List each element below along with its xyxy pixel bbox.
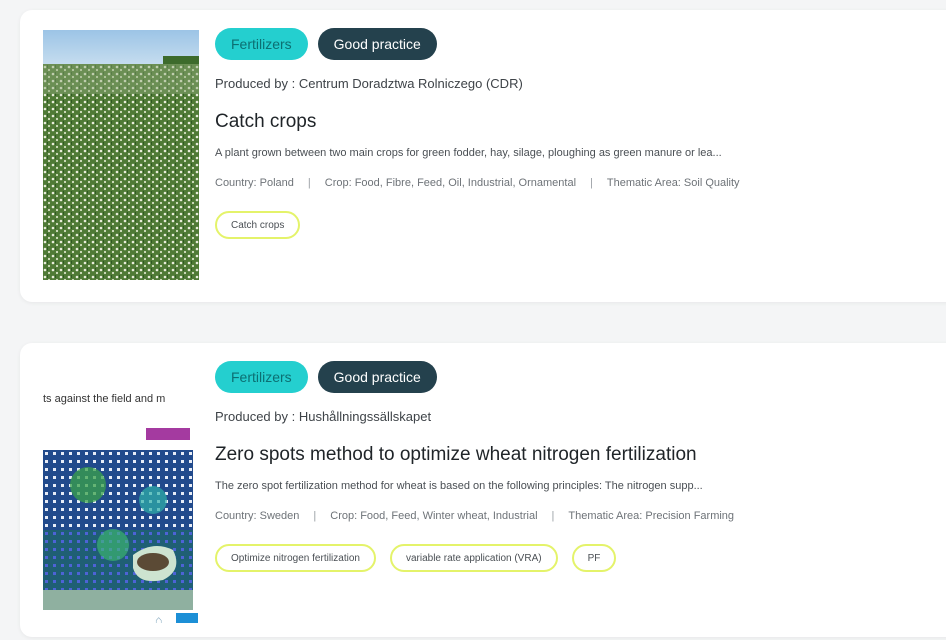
meta-separator: | — [313, 510, 317, 522]
card-title[interactable]: Catch crops — [215, 111, 940, 133]
thematic-area-text: Thematic Area: Precision Farming — [568, 510, 735, 522]
country-text: Country: Poland — [215, 177, 294, 189]
tag-list: Optimize nitrogen fertilization variable… — [215, 544, 940, 572]
meta-separator: | — [307, 177, 311, 189]
thematic-area-text: Thematic Area: Soil Quality — [606, 177, 740, 189]
type-badge[interactable]: Good practice — [317, 28, 437, 60]
category-badge[interactable]: Fertilizers — [215, 28, 308, 60]
thumbnail-blue-label — [176, 613, 198, 623]
tag-pill[interactable]: Optimize nitrogen fertilization — [215, 544, 376, 572]
expand-icon: ⌂ — [155, 613, 163, 623]
country-text: Country: Sweden — [215, 510, 300, 522]
meta-separator: | — [551, 510, 555, 522]
card-description: The zero spot fertilization method for w… — [215, 480, 703, 492]
tag-list: Catch crops — [215, 211, 940, 239]
thumbnail-caption: ts against the field and m — [43, 393, 166, 405]
crop-text: Crop: Food, Feed, Winter wheat, Industri… — [330, 510, 538, 522]
tag-pill[interactable]: Catch crops — [215, 211, 301, 239]
buckwheat-field-image — [43, 30, 199, 280]
card-thumbnail-buckwheat-field[interactable] — [43, 30, 199, 280]
tag-pill[interactable]: PF — [571, 544, 617, 572]
card-meta: Country: Poland | Crop: Food, Fibre, Fee… — [215, 177, 940, 189]
field-map-image — [43, 450, 193, 610]
card-description: A plant grown between two main crops for… — [215, 147, 722, 159]
card-thumbnail-field-map[interactable]: ts against the field and m ⌂ — [43, 363, 203, 623]
thumbnail-label-bar — [146, 428, 190, 440]
practice-card[interactable]: ts against the field and m ⌂ Fertilizers… — [20, 343, 946, 637]
card-meta: Country: Sweden | Crop: Food, Feed, Wint… — [215, 510, 940, 522]
producer-text: Produced by : Centrum Doradztwa Rolnicze… — [215, 76, 523, 91]
tag-pill[interactable]: variable rate application (VRA) — [389, 544, 558, 572]
category-badge[interactable]: Fertilizers — [215, 361, 308, 393]
producer-text: Produced by : Hushållningssällskapet — [215, 409, 432, 424]
crop-text: Crop: Food, Fibre, Feed, Oil, Industrial… — [324, 177, 577, 189]
type-badge[interactable]: Good practice — [317, 361, 437, 393]
card-title[interactable]: Zero spots method to optimize wheat nitr… — [215, 444, 940, 466]
meta-separator: | — [590, 177, 593, 189]
practice-card[interactable]: Fertilizers Good practice Produced by : … — [20, 10, 946, 302]
